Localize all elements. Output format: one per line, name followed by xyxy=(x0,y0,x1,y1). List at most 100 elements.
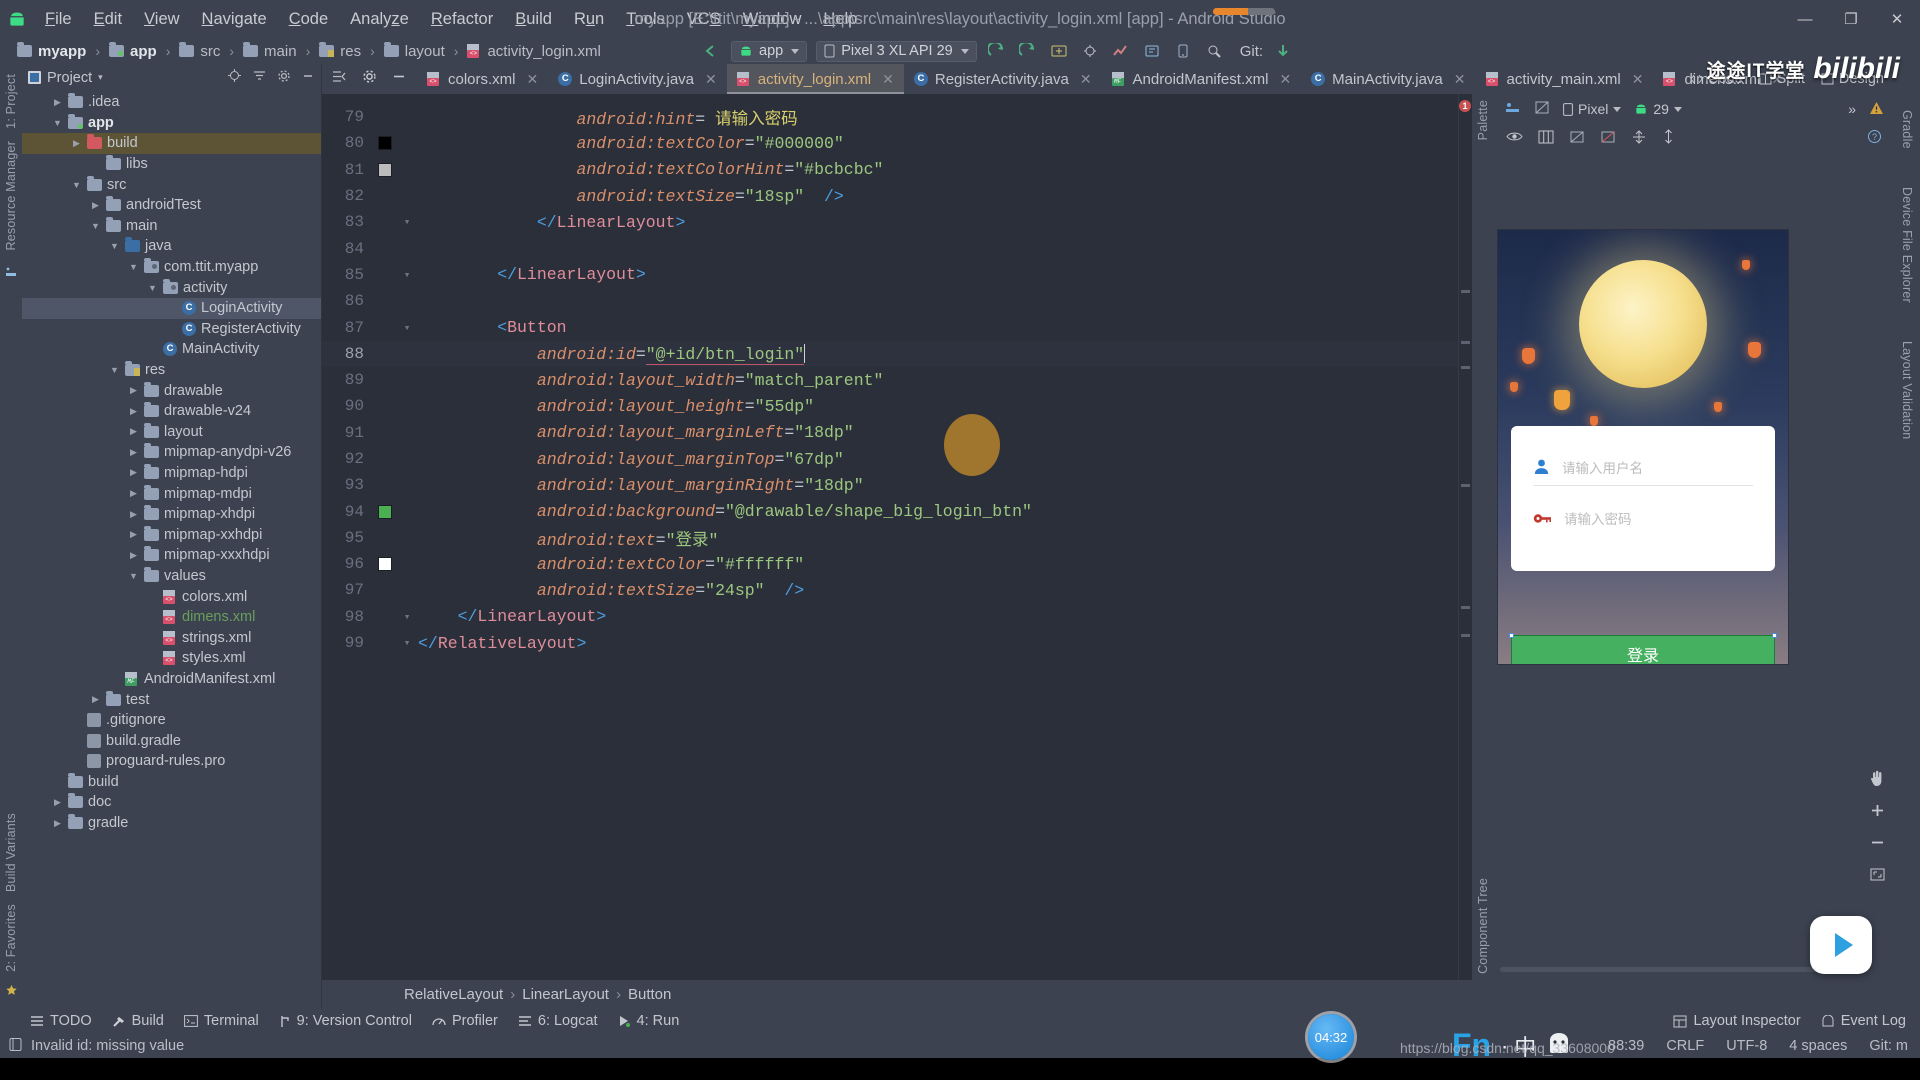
tree-node-java[interactable]: ▼ java xyxy=(22,236,321,257)
code-line-93[interactable]: 93 android:layout_marginRight="18dp" xyxy=(322,472,1458,498)
rail-item-resource-manager[interactable]: Resource Manager xyxy=(4,135,18,257)
hide-editor-icon[interactable] xyxy=(391,70,407,88)
debug-button-icon[interactable] xyxy=(1017,41,1039,61)
tree-node-mipmap-xxhdpi[interactable]: ▶ mipmap-xxhdpi xyxy=(22,524,321,545)
editor-tab-registeractivity-java[interactable]: C RegisterActivity.java ✕ xyxy=(904,64,1102,94)
menu-file[interactable]: File xyxy=(34,7,83,32)
pan-hand-icon[interactable] xyxy=(1868,769,1886,792)
api-dropdown[interactable]: 29 xyxy=(1634,101,1682,117)
menu-help[interactable]: Help xyxy=(812,7,868,32)
component-crumb-relativelayout[interactable]: RelativeLayout xyxy=(404,986,503,1003)
tree-node-build-gradle[interactable]: build.gradle xyxy=(22,730,321,751)
breadcrumb-item-myapp[interactable]: myapp xyxy=(14,42,89,60)
tree-twisty-icon[interactable]: ▶ xyxy=(52,797,63,808)
breadcrumb-item-app[interactable]: app xyxy=(106,42,160,60)
menu-refactor[interactable]: Refactor xyxy=(420,7,504,32)
code-line-97[interactable]: 97 android:textSize="24sp" /> xyxy=(322,577,1458,603)
bottom-item-event-log[interactable]: Event Log xyxy=(1821,1013,1906,1029)
code-line-80[interactable]: 80 android:textColor="#000000" xyxy=(322,130,1458,156)
color-swatch[interactable] xyxy=(378,162,392,177)
tree-twisty-icon[interactable]: ▶ xyxy=(128,426,139,437)
menu-analyze[interactable]: Analyze xyxy=(339,7,420,32)
close-button[interactable]: ✕ xyxy=(1874,0,1920,38)
bottom-item-build[interactable]: Build xyxy=(112,1013,164,1029)
error-stripe-gutter[interactable]: 1 xyxy=(1458,94,1472,980)
distribute-icon[interactable] xyxy=(1662,129,1675,149)
tree-node-strings-xml[interactable]: <> strings.xml xyxy=(22,627,321,648)
tree-twisty-icon[interactable]: ▼ xyxy=(147,283,158,293)
color-swatch[interactable] xyxy=(378,504,392,519)
tree-node-build[interactable]: build xyxy=(22,772,321,793)
selection-handle[interactable] xyxy=(1509,633,1514,638)
rail-item-project[interactable]: 1: Project xyxy=(4,68,18,135)
tree-node-androidmanifest-xml[interactable]: MF AndroidManifest.xml xyxy=(22,669,321,690)
tree-twisty-icon[interactable]: ▼ xyxy=(128,571,139,581)
run-button-icon[interactable] xyxy=(986,41,1008,61)
color-swatch-gutter[interactable] xyxy=(374,136,396,151)
maximize-button[interactable]: ❐ xyxy=(1828,0,1874,38)
rail-item-gradle[interactable]: Gradle xyxy=(1900,104,1914,155)
color-swatch-gutter[interactable] xyxy=(374,557,396,572)
username-field[interactable]: 请输入用户名 xyxy=(1533,448,1753,486)
code-line-96[interactable]: 96 android:textColor="#ffffff" xyxy=(322,551,1458,577)
code-line-82[interactable]: 82 android:textSize="18sp" /> xyxy=(322,183,1458,209)
indent-setting[interactable]: 4 spaces xyxy=(1789,1038,1847,1054)
tree-twisty-icon[interactable]: ▼ xyxy=(90,221,101,231)
code-lines[interactable]: 79 android:hint= 请输入密码 80 android:textCol… xyxy=(322,104,1458,656)
tree-node-mipmap-xhdpi[interactable]: ▶ mipmap-xhdpi xyxy=(22,504,321,525)
code-line-99[interactable]: 99 ▾ </RelativeLayout> xyxy=(322,630,1458,656)
tree-node--gitignore[interactable]: .gitignore xyxy=(22,710,321,731)
rail-item-favorites[interactable]: 2: Favorites xyxy=(4,898,18,978)
component-crumb-linearlayout[interactable]: LinearLayout xyxy=(522,986,609,1003)
menu-vcs[interactable]: VCS xyxy=(676,7,732,32)
close-icon[interactable]: ✕ xyxy=(1279,71,1291,88)
code-line-98[interactable]: 98 ▾ </LinearLayout> xyxy=(322,604,1458,630)
component-crumb-button[interactable]: Button xyxy=(628,986,671,1003)
settings-gear-icon[interactable] xyxy=(362,69,377,89)
code-fold-icon[interactable]: ▾ xyxy=(396,215,418,229)
tree-twisty-icon[interactable]: ▼ xyxy=(71,180,82,190)
sdk-manager-icon[interactable] xyxy=(1141,41,1163,61)
hide-panel-icon[interactable] xyxy=(301,69,315,87)
device-preview[interactable]: 请输入用户名 请输入密码 登录 xyxy=(1498,230,1788,664)
tree-node-drawable-v24[interactable]: ▶ drawable-v24 xyxy=(22,401,321,422)
minimize-button[interactable]: — xyxy=(1782,0,1828,38)
warning-icon[interactable] xyxy=(1869,101,1884,118)
tree-twisty-icon[interactable]: ▶ xyxy=(128,550,139,561)
tree-twisty-icon[interactable]: ▶ xyxy=(128,385,139,396)
code-line-85[interactable]: 85 ▾ </LinearLayout> xyxy=(322,262,1458,288)
code-line-92[interactable]: 92 android:layout_marginTop="67dp" xyxy=(322,446,1458,472)
favorites-star-icon[interactable] xyxy=(5,984,18,1002)
tree-node-values[interactable]: ▼ values xyxy=(22,566,321,587)
tree-twisty-icon[interactable]: ▼ xyxy=(109,365,120,375)
bottom-item-terminal[interactable]: Terminal xyxy=(183,1013,259,1029)
login-button-preview[interactable]: 登录 xyxy=(1511,635,1775,664)
search-everywhere-icon[interactable] xyxy=(1203,41,1225,61)
tree-node-mipmap-hdpi[interactable]: ▶ mipmap-hdpi xyxy=(22,463,321,484)
close-icon[interactable]: ✕ xyxy=(705,71,717,88)
layout-captures-icon[interactable] xyxy=(4,264,18,283)
rail-item-device-file-explorer[interactable]: Device File Explorer xyxy=(1900,181,1914,309)
tree-twisty-icon[interactable]: ▼ xyxy=(109,241,120,251)
tree-twisty-icon[interactable]: ▼ xyxy=(128,262,139,272)
tree-node-libs[interactable]: libs xyxy=(22,154,321,175)
menu-build[interactable]: Build xyxy=(504,7,563,32)
code-line-89[interactable]: 89 android:layout_width="match_parent" xyxy=(322,367,1458,393)
close-icon[interactable]: ✕ xyxy=(1080,71,1092,88)
code-line-83[interactable]: 83 ▾ </LinearLayout> xyxy=(322,209,1458,235)
error-marker-icon[interactable] xyxy=(1600,130,1616,149)
editor-tab-androidmanifest-xml[interactable]: MF AndroidManifest.xml ✕ xyxy=(1102,64,1302,94)
collapse-all-icon[interactable] xyxy=(252,68,267,87)
eye-icon[interactable] xyxy=(1506,130,1523,148)
tree-node-test[interactable]: ▶ test xyxy=(22,689,321,710)
breadcrumb-item-main[interactable]: main xyxy=(240,42,300,60)
tree-twisty-icon[interactable]: ▶ xyxy=(71,138,82,149)
bottom-item-logcat[interactable]: 6: Logcat xyxy=(518,1013,598,1029)
tree-twisty-icon[interactable]: ▼ xyxy=(52,118,63,128)
bottom-item-profiler[interactable]: Profiler xyxy=(432,1013,498,1029)
editor-tab-activity-main-xml[interactable]: <> activity_main.xml ✕ xyxy=(1476,64,1654,94)
tree-twisty-icon[interactable]: ▶ xyxy=(128,529,139,540)
preview-canvas[interactable]: 请输入用户名 请输入密码 登录 xyxy=(1494,154,1894,980)
tree-node-androidtest[interactable]: ▶ androidTest xyxy=(22,195,321,216)
bottom-item-layout-inspector[interactable]: Layout Inspector xyxy=(1673,1013,1801,1029)
